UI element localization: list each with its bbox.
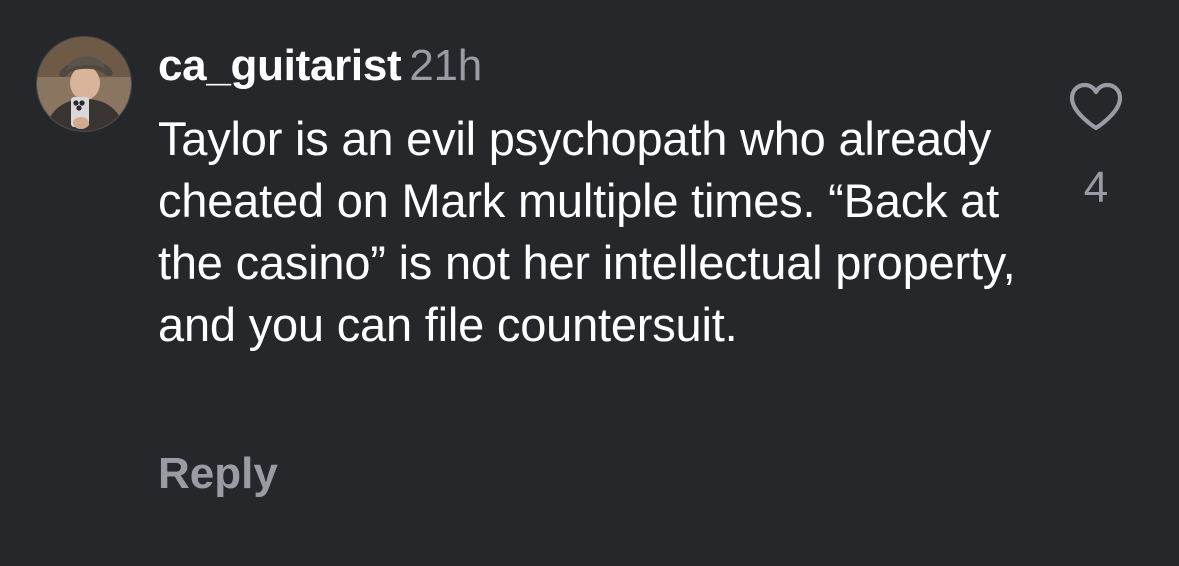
like-count: 4 [1083,163,1109,212]
username[interactable]: ca_guitarist [158,41,402,90]
like-button[interactable] [1068,82,1124,132]
heart-outline-icon [1069,82,1123,131]
timestamp: 21h [409,41,482,90]
comment-text: Taylor is an evil psychopath who already… [158,112,1016,351]
profile-photo-icon [37,37,131,131]
comment: ca_guitarist 21h Taylor is an evil psycho… [0,0,1179,566]
reply-button[interactable]: Reply [158,446,278,502]
comment-header: ca_guitarist 21h [158,38,482,94]
avatar[interactable] [36,36,132,132]
